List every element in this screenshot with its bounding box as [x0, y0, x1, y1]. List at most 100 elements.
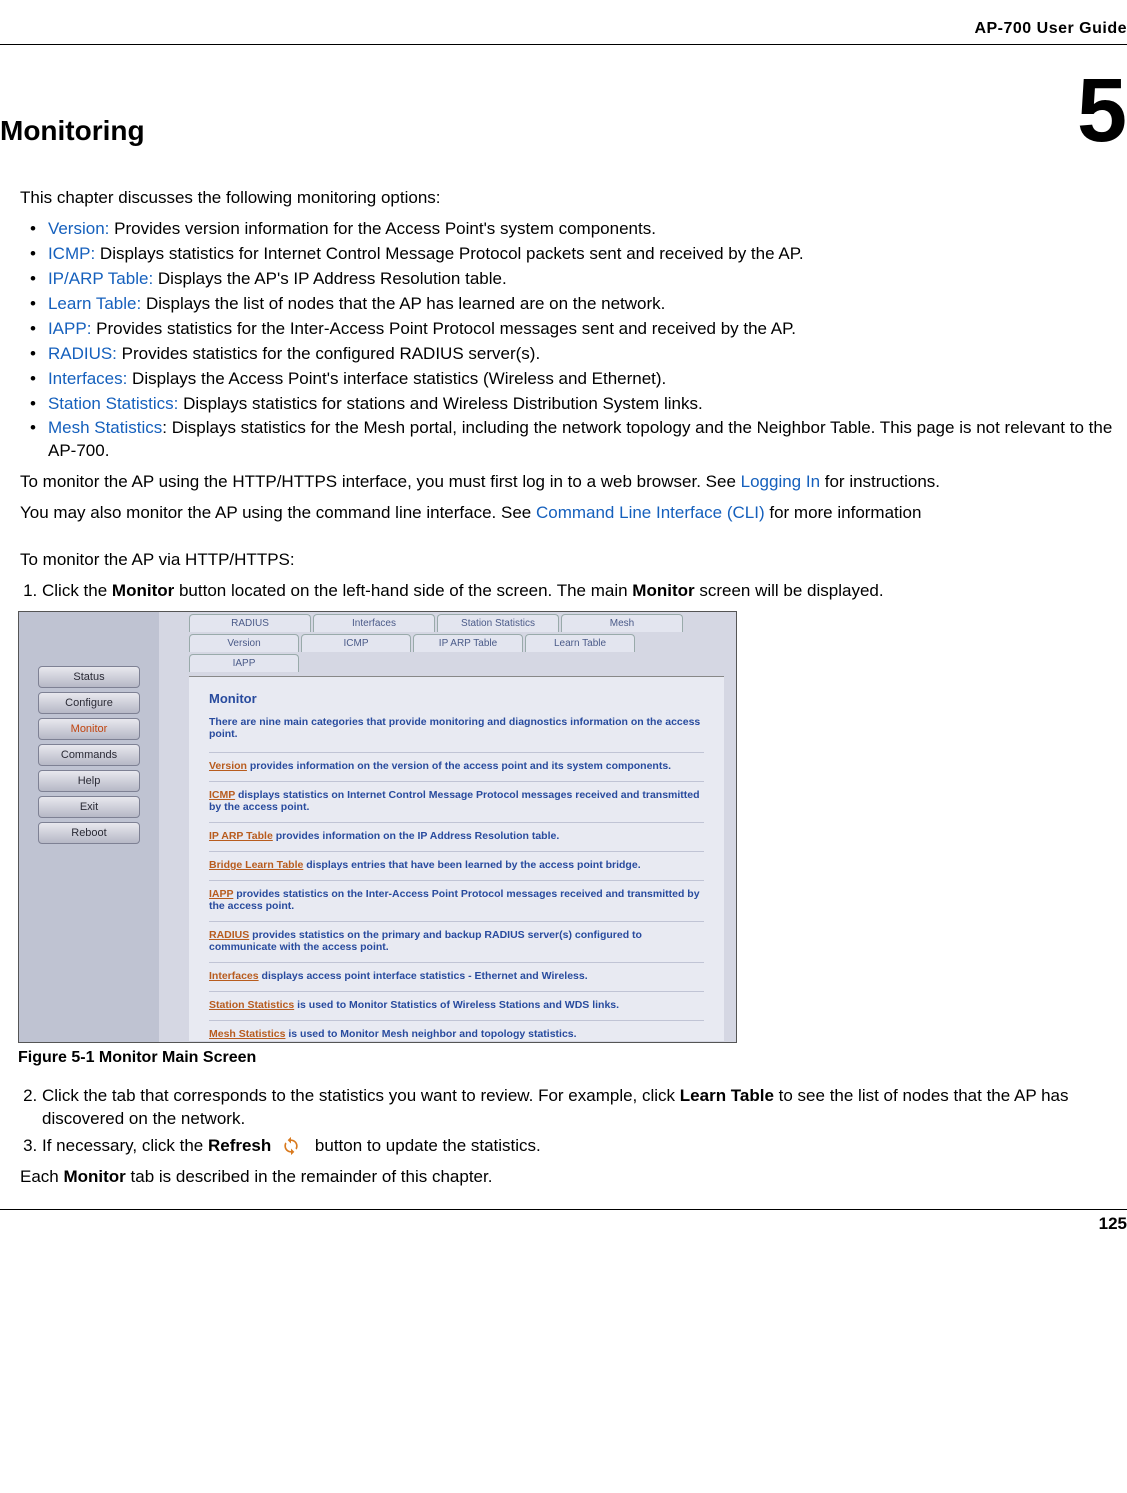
- via-heading: To monitor the AP via HTTP/HTTPS:: [20, 549, 1117, 572]
- text-span: button located on the left-hand side of …: [174, 581, 632, 600]
- link-radius[interactable]: RADIUS:: [48, 344, 117, 363]
- link-iparp[interactable]: IP/ARP Table:: [48, 269, 153, 288]
- ss-tab-iparp[interactable]: IP ARP Table: [413, 634, 523, 652]
- ss-row-text: provides information on the version of t…: [247, 760, 671, 772]
- ss-main: RADIUS Interfaces Station Statistics Mes…: [159, 612, 736, 1042]
- figure-screenshot: Status Configure Monitor Commands Help E…: [18, 611, 737, 1043]
- closing-paragraph: Each Monitor tab is described in the rem…: [20, 1166, 1117, 1189]
- list-item: Mesh Statistics: Displays statistics for…: [20, 417, 1117, 463]
- ss-tabs-row2: Version ICMP IP ARP Table Learn Table IA…: [159, 632, 736, 672]
- ss-row: IP ARP Table provides information on the…: [209, 822, 704, 842]
- list-text: Displays statistics for Internet Control…: [95, 244, 803, 263]
- ss-tabs-row1: RADIUS Interfaces Station Statistics Mes…: [159, 612, 736, 632]
- ss-row-text: provides statistics on the primary and b…: [209, 929, 642, 953]
- ss-btn-reboot[interactable]: Reboot: [38, 822, 140, 844]
- step-1: Click the Monitor button located on the …: [42, 580, 1117, 603]
- ss-btn-monitor[interactable]: Monitor: [38, 718, 140, 740]
- ss-row: ICMP displays statistics on Internet Con…: [209, 781, 704, 813]
- text-span: To monitor the AP using the HTTP/HTTPS i…: [20, 472, 741, 491]
- ss-btn-configure[interactable]: Configure: [38, 692, 140, 714]
- text-span: tab is described in the remainder of thi…: [126, 1167, 493, 1186]
- list-text: Displays statistics for stations and Wir…: [178, 394, 702, 413]
- list-item: Station Statistics: Displays statistics …: [20, 393, 1117, 416]
- ss-link-interfaces[interactable]: Interfaces: [209, 970, 259, 982]
- ss-btn-exit[interactable]: Exit: [38, 796, 140, 818]
- bold-monitor: Monitor: [632, 581, 694, 600]
- ss-panel: Monitor There are nine main categories t…: [189, 676, 724, 1041]
- list-item: Version: Provides version information fo…: [20, 218, 1117, 241]
- text-span: button to update the statistics.: [310, 1136, 541, 1155]
- ss-row-text: provides information on the IP Address R…: [273, 830, 559, 842]
- ss-tab-version[interactable]: Version: [189, 634, 299, 652]
- ss-btn-status[interactable]: Status: [38, 666, 140, 688]
- ss-row: Interfaces displays access point interfa…: [209, 962, 704, 982]
- ss-panel-title: Monitor: [209, 691, 704, 706]
- link-interfaces[interactable]: Interfaces:: [48, 369, 127, 388]
- ss-tab-radius[interactable]: RADIUS: [189, 614, 311, 632]
- ss-row-text: provides statistics on the Inter-Access …: [209, 888, 700, 912]
- ss-row-text: displays entries that have been learned …: [303, 859, 640, 871]
- list-text: Displays the list of nodes that the AP h…: [141, 294, 665, 313]
- ss-row: IAPP provides statistics on the Inter-Ac…: [209, 880, 704, 912]
- ss-tab-interfaces[interactable]: Interfaces: [313, 614, 435, 632]
- ss-link-version[interactable]: Version: [209, 760, 247, 772]
- ss-row: Version provides information on the vers…: [209, 752, 704, 772]
- ss-btn-help[interactable]: Help: [38, 770, 140, 792]
- list-text: : Displays statistics for the Mesh porta…: [48, 418, 1112, 460]
- ss-row: Station Statistics is used to Monitor St…: [209, 991, 704, 1011]
- chapter-title: Monitoring: [0, 115, 145, 147]
- link-station[interactable]: Station Statistics:: [48, 394, 178, 413]
- ss-tab-learn[interactable]: Learn Table: [525, 634, 635, 652]
- text-span: Each: [20, 1167, 63, 1186]
- ss-panel-desc: There are nine main categories that prov…: [209, 716, 704, 740]
- ss-row: Mesh Statistics is used to Monitor Mesh …: [209, 1020, 704, 1040]
- ss-row-text: displays access point interface statisti…: [259, 970, 588, 982]
- text-span: Click the: [42, 581, 112, 600]
- ss-row: Bridge Learn Table displays entries that…: [209, 851, 704, 871]
- steps-list: Click the Monitor button located on the …: [20, 580, 1117, 603]
- ss-link-radius[interactable]: RADIUS: [209, 929, 249, 941]
- link-mesh[interactable]: Mesh Statistics: [48, 418, 162, 437]
- text-span: for instructions.: [820, 472, 940, 491]
- ss-row-text: displays statistics on Internet Control …: [209, 789, 700, 813]
- link-logging-in[interactable]: Logging In: [741, 472, 820, 491]
- ss-sidebar: Status Configure Monitor Commands Help E…: [19, 612, 159, 1042]
- ss-row-text: is used to Monitor Mesh neighbor and top…: [285, 1028, 576, 1040]
- ss-btn-commands[interactable]: Commands: [38, 744, 140, 766]
- list-item: IP/ARP Table: Displays the AP's IP Addre…: [20, 268, 1117, 291]
- bold-monitor: Monitor: [63, 1167, 125, 1186]
- text-span: for more information: [765, 503, 922, 522]
- cli-note: You may also monitor the AP using the co…: [20, 502, 1117, 525]
- list-text: Displays the AP's IP Address Resolution …: [153, 269, 507, 288]
- steps-list-cont: Click the tab that corresponds to the st…: [20, 1085, 1117, 1158]
- text-span: If necessary, click the: [42, 1136, 208, 1155]
- link-iapp[interactable]: IAPP:: [48, 319, 91, 338]
- ss-tab-icmp[interactable]: ICMP: [301, 634, 411, 652]
- list-item: ICMP: Displays statistics for Internet C…: [20, 243, 1117, 266]
- ss-tab-iapp[interactable]: IAPP: [189, 654, 299, 672]
- ss-link-mesh[interactable]: Mesh Statistics: [209, 1028, 285, 1040]
- ss-row: RADIUS provides statistics on the primar…: [209, 921, 704, 953]
- list-item: IAPP: Provides statistics for the Inter-…: [20, 318, 1117, 341]
- link-icmp[interactable]: ICMP:: [48, 244, 95, 263]
- text-span: Click the tab that corresponds to the st…: [42, 1086, 680, 1105]
- list-item: Learn Table: Displays the list of nodes …: [20, 293, 1117, 316]
- ss-link-icmp[interactable]: ICMP: [209, 789, 235, 801]
- ss-link-iparp[interactable]: IP ARP Table: [209, 830, 273, 842]
- step-3: If necessary, click the Refresh button t…: [42, 1135, 1117, 1158]
- bold-learn-table: Learn Table: [680, 1086, 774, 1105]
- page-number: 125: [0, 1210, 1127, 1234]
- step-2: Click the tab that corresponds to the st…: [42, 1085, 1117, 1131]
- list-text: Provides version information for the Acc…: [109, 219, 656, 238]
- figure-caption: Figure 5-1 Monitor Main Screen: [18, 1049, 1127, 1067]
- http-note: To monitor the AP using the HTTP/HTTPS i…: [20, 471, 1117, 494]
- ss-tab-station[interactable]: Station Statistics: [437, 614, 559, 632]
- ss-link-iapp[interactable]: IAPP: [209, 888, 233, 900]
- ss-tab-mesh[interactable]: Mesh: [561, 614, 683, 632]
- link-cli[interactable]: Command Line Interface (CLI): [536, 503, 765, 522]
- ss-link-station[interactable]: Station Statistics: [209, 999, 294, 1011]
- ss-link-bridge[interactable]: Bridge Learn Table: [209, 859, 303, 871]
- chapter-number: 5: [1077, 75, 1127, 147]
- link-learn[interactable]: Learn Table:: [48, 294, 141, 313]
- link-version[interactable]: Version:: [48, 219, 109, 238]
